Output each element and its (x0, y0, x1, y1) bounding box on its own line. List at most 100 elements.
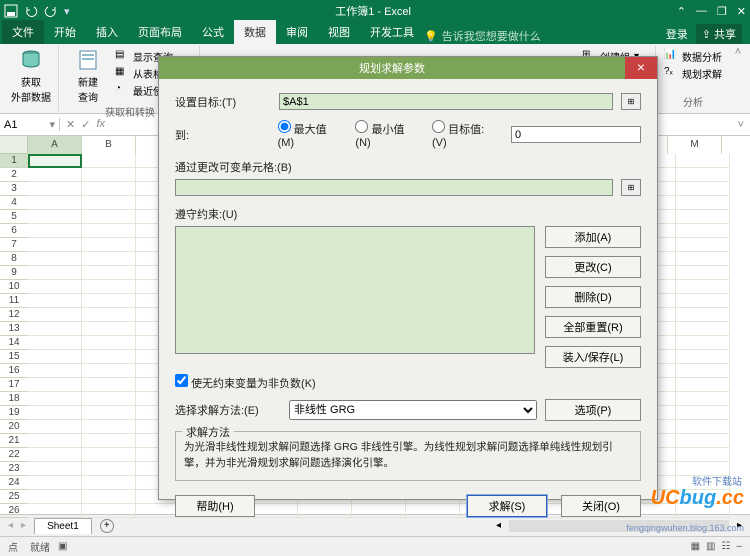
row-header[interactable]: 7 (0, 238, 28, 252)
fx-icon[interactable]: fx (96, 118, 105, 131)
macro-record-icon[interactable]: ▣ (58, 541, 67, 552)
row-header[interactable]: 12 (0, 308, 28, 322)
collapse-ribbon-icon[interactable]: ˄ (730, 46, 746, 111)
solver-icon: ?ₓ (664, 66, 678, 80)
solver-button[interactable]: ?ₓ规划求解 (664, 65, 722, 81)
row-header[interactable]: 24 (0, 476, 28, 490)
row-header[interactable]: 20 (0, 420, 28, 434)
row-header[interactable]: 11 (0, 294, 28, 308)
view-pagelayout-icon[interactable]: ▥ (706, 541, 715, 552)
target-value-input[interactable] (511, 126, 641, 143)
view-normal-icon[interactable]: ▦ (691, 541, 700, 552)
close-icon[interactable]: ✕ (737, 5, 746, 18)
close-button[interactable]: 关闭(O) (561, 495, 641, 517)
row-header[interactable]: 3 (0, 182, 28, 196)
dialog-close-button[interactable]: × (625, 57, 657, 79)
change-constraint-button[interactable]: 更改(C) (545, 256, 641, 278)
save-icon[interactable] (4, 4, 18, 18)
undo-icon[interactable] (24, 4, 38, 18)
row-header[interactable]: 14 (0, 336, 28, 350)
row-header[interactable]: 26 (0, 504, 28, 518)
row-header[interactable]: 8 (0, 252, 28, 266)
title-bar: ▾ 工作簿1 - Excel ⌃ — ❐ ✕ (0, 0, 750, 22)
bychanging-input[interactable] (175, 179, 613, 196)
zoom-out-icon[interactable]: – (736, 541, 742, 552)
delete-constraint-button[interactable]: 删除(D) (545, 286, 641, 308)
tab-formula[interactable]: 公式 (192, 20, 234, 44)
data-analysis-button[interactable]: 📊数据分析 (664, 48, 722, 64)
help-button[interactable]: 帮助(H) (175, 495, 255, 517)
loadsave-button[interactable]: 装入/保存(L) (545, 346, 641, 368)
row-header[interactable]: 13 (0, 322, 28, 336)
active-cell[interactable] (28, 154, 82, 168)
tell-me[interactable]: 💡告诉我您想要做什么 (424, 28, 541, 44)
bychanging-ref-button[interactable]: ⊞ (621, 179, 641, 196)
tab-layout[interactable]: 页面布局 (128, 20, 192, 44)
add-constraint-button[interactable]: 添加(A) (545, 226, 641, 248)
row-header[interactable]: 16 (0, 364, 28, 378)
min-radio[interactable]: 最小值(N) (355, 120, 418, 149)
constraints-listbox[interactable] (175, 226, 535, 354)
redo-icon[interactable] (44, 4, 58, 18)
row-header[interactable]: 18 (0, 392, 28, 406)
minimize-icon[interactable]: — (696, 5, 707, 17)
ribbon-options-icon[interactable]: ⌃ (677, 5, 686, 18)
status-mode: 点 (8, 539, 18, 554)
row-header[interactable]: 5 (0, 210, 28, 224)
resetall-button[interactable]: 全部重置(R) (545, 316, 641, 338)
row-header[interactable]: 4 (0, 196, 28, 210)
bulb-icon: 💡 (424, 30, 438, 43)
method-select[interactable]: 非线性 GRG (289, 400, 537, 420)
tab-dev[interactable]: 开发工具 (360, 20, 424, 44)
tab-data[interactable]: 数据 (234, 20, 276, 44)
cancel-icon[interactable]: ✕ (66, 118, 75, 131)
col-header[interactable]: B (82, 136, 136, 154)
row-header[interactable]: 25 (0, 490, 28, 504)
tab-review[interactable]: 审阅 (276, 20, 318, 44)
row-header[interactable]: 19 (0, 406, 28, 420)
view-pagebreak-icon[interactable]: ☷ (721, 541, 730, 552)
share-button[interactable]: ⇪ 共享 (696, 24, 742, 44)
dialog-titlebar[interactable]: 规划求解参数 × (159, 57, 657, 79)
row-header[interactable]: 10 (0, 280, 28, 294)
objective-ref-button[interactable]: ⊞ (621, 93, 641, 110)
tab-file[interactable]: 文件 (2, 20, 44, 44)
row-header[interactable]: 17 (0, 378, 28, 392)
name-box[interactable]: A1▾ (0, 118, 60, 131)
max-radio[interactable]: 最大值(M) (278, 120, 342, 149)
col-header[interactable]: M (668, 136, 722, 154)
recent-icon: ◔ (115, 83, 129, 97)
database-icon (19, 48, 43, 72)
expand-formula-icon[interactable]: ˅ (732, 119, 750, 131)
solve-button[interactable]: 求解(S) (467, 495, 547, 517)
col-header[interactable]: A (28, 136, 82, 154)
row-header[interactable]: 2 (0, 168, 28, 182)
tab-insert[interactable]: 插入 (86, 20, 128, 44)
enter-icon[interactable]: ✓ (81, 118, 90, 131)
row-header[interactable]: 23 (0, 462, 28, 476)
prev-sheet-icon[interactable]: ◂ (8, 520, 13, 531)
method-groupbox: 求解方法 为光滑非线性规划求解问题选择 GRG 非线性引擎。为线性规划求解问题选… (175, 431, 641, 481)
objective-label: 设置目标:(T) (175, 94, 271, 110)
row-header[interactable]: 6 (0, 224, 28, 238)
maximize-icon[interactable]: ❐ (717, 5, 727, 18)
next-sheet-icon[interactable]: ▸ (21, 520, 26, 531)
row-header[interactable]: 1 (0, 154, 28, 168)
select-all-corner[interactable] (0, 136, 28, 154)
get-external-data-button[interactable]: 获取 外部数据 (10, 48, 52, 104)
new-query-button[interactable]: 新建 查询 (67, 48, 109, 104)
row-header[interactable]: 9 (0, 266, 28, 280)
row-header[interactable]: 15 (0, 350, 28, 364)
row-header[interactable]: 21 (0, 434, 28, 448)
tab-view[interactable]: 视图 (318, 20, 360, 44)
to-label: 到: (175, 127, 270, 143)
nonneg-checkbox[interactable]: 使无约束变量为非负数(K) (175, 378, 316, 390)
sheet-tab[interactable]: Sheet1 (34, 518, 92, 534)
row-header[interactable]: 22 (0, 448, 28, 462)
login-link[interactable]: 登录 (666, 26, 688, 42)
objective-input[interactable] (279, 93, 613, 110)
options-button[interactable]: 选项(P) (545, 399, 641, 421)
new-sheet-icon[interactable]: + (100, 519, 114, 533)
valueof-radio[interactable]: 目标值:(V) (432, 120, 497, 149)
tab-home[interactable]: 开始 (44, 20, 86, 44)
